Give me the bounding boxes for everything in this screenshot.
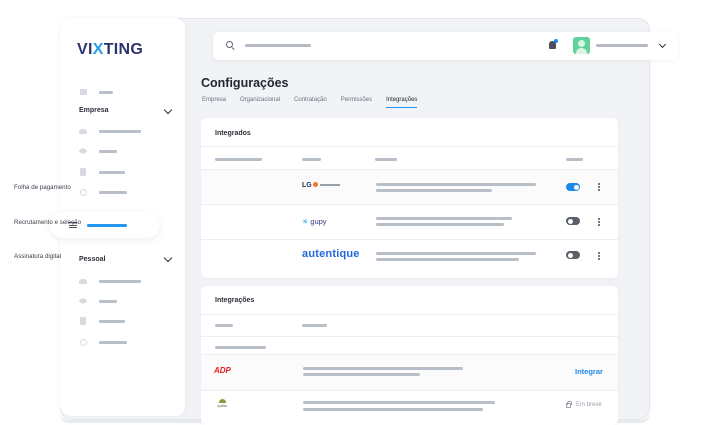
integration-toggle[interactable] bbox=[566, 183, 580, 191]
sidebar-item-personal-people[interactable] bbox=[79, 276, 141, 286]
tab-integracoes[interactable]: Integrações bbox=[386, 97, 418, 108]
home-icon bbox=[79, 88, 87, 96]
integrate-button[interactable]: Integrar bbox=[575, 367, 603, 376]
integration-toggle[interactable] bbox=[566, 217, 580, 225]
card-title: Integrados bbox=[215, 130, 251, 137]
column-header bbox=[375, 158, 397, 161]
more-options-icon[interactable] bbox=[598, 221, 600, 223]
brand-logo[interactable]: VIXTING bbox=[77, 41, 143, 59]
more-options-icon[interactable] bbox=[598, 186, 600, 188]
people-icon bbox=[79, 127, 87, 135]
tab-contratacao[interactable]: Contratação bbox=[294, 97, 327, 108]
integrations-card: Integrações bbox=[201, 286, 618, 425]
tab-permissoes[interactable]: Permissões bbox=[341, 97, 372, 108]
column-header bbox=[302, 324, 327, 327]
integration-name: Folha de pagamento bbox=[14, 184, 71, 191]
settings-tabs: Empresa Organizacional Contratação Permi… bbox=[202, 97, 431, 108]
search-input[interactable] bbox=[245, 44, 311, 47]
column-header bbox=[302, 158, 321, 161]
autentique-logo: autentique bbox=[302, 248, 360, 260]
sidebar-item-personal-feedback[interactable] bbox=[79, 337, 127, 347]
sidebar-section-company: Empresa bbox=[79, 107, 109, 114]
column-header bbox=[215, 158, 262, 161]
sidebar-item-company-rocket[interactable] bbox=[78, 146, 117, 156]
user-avatar[interactable] bbox=[573, 37, 590, 54]
coming-soon-status: Em breve bbox=[566, 400, 602, 408]
adp-logo: ADP bbox=[214, 366, 231, 375]
sidebar-item-personal-rocket[interactable] bbox=[78, 296, 117, 306]
search-icon[interactable] bbox=[226, 41, 233, 48]
page-title: Configurações bbox=[201, 76, 289, 90]
document-icon bbox=[79, 317, 87, 325]
sidebar-item-company-documents[interactable] bbox=[79, 167, 125, 177]
column-header bbox=[566, 158, 583, 161]
chevron-down-icon[interactable] bbox=[658, 40, 667, 49]
people-icon bbox=[79, 277, 87, 285]
bell-icon[interactable] bbox=[549, 39, 558, 49]
document-icon bbox=[79, 168, 87, 176]
group-header bbox=[215, 346, 266, 349]
lg-logo: LG bbox=[302, 182, 340, 189]
tab-empresa[interactable]: Empresa bbox=[202, 97, 226, 108]
integration-toggle[interactable] bbox=[566, 251, 580, 259]
sidebar-item-home[interactable] bbox=[79, 87, 113, 97]
column-header bbox=[215, 324, 233, 327]
smile-icon bbox=[79, 338, 87, 346]
integration-name: Assinatura digital bbox=[14, 253, 62, 260]
lock-icon bbox=[566, 400, 572, 408]
rocket-icon bbox=[78, 296, 88, 306]
tab-organizacional[interactable]: Organizacional bbox=[240, 97, 280, 108]
sidebar-item-personal-documents[interactable] bbox=[79, 316, 125, 326]
sidebar-section-personal: Pessoal bbox=[79, 256, 106, 263]
integration-name: Recrutamento e seleção bbox=[14, 219, 82, 226]
sidebar-item-company-feedback[interactable] bbox=[79, 187, 127, 197]
qulita-logo: qulità bbox=[214, 399, 230, 408]
top-bar bbox=[213, 32, 678, 60]
sidebar-item-company-people[interactable] bbox=[79, 126, 141, 136]
rocket-icon bbox=[78, 146, 88, 156]
more-options-icon[interactable] bbox=[598, 255, 600, 257]
user-name[interactable] bbox=[596, 44, 648, 47]
gupy-logo: ✳ gupy bbox=[302, 217, 327, 226]
smile-icon bbox=[79, 188, 87, 196]
card-title: Integrações bbox=[215, 297, 255, 304]
